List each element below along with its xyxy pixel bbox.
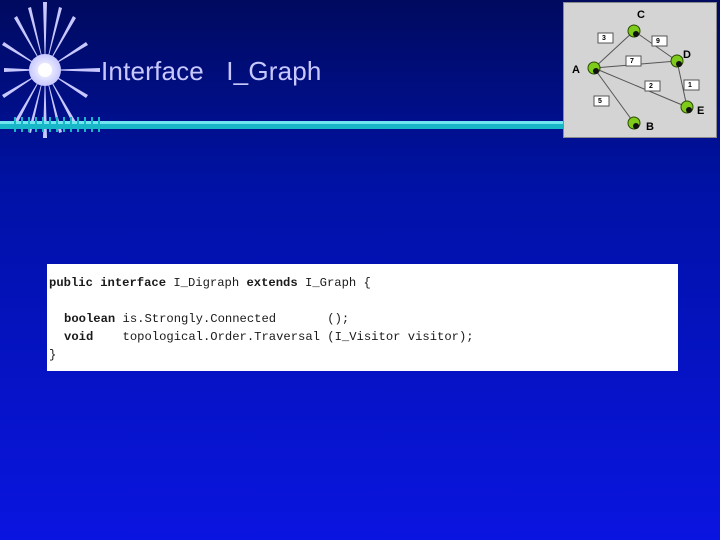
code-text: } xyxy=(49,348,57,362)
code-text: topological.Order.Traversal (I_Visitor v… xyxy=(93,330,474,344)
title-underline-bar xyxy=(0,117,565,132)
code-line-close: } xyxy=(49,348,56,362)
weight-label: 5 xyxy=(593,95,610,107)
weight-label: 7 xyxy=(625,55,642,67)
node-label-c: C xyxy=(637,9,645,21)
svg-text:7: 7 xyxy=(630,58,634,65)
svg-text:1: 1 xyxy=(688,82,692,89)
node-label-a: A xyxy=(572,64,580,76)
keyword: extends xyxy=(246,276,298,290)
code-snippet: public interface I_Digraph extends I_Gra… xyxy=(47,264,678,371)
graph-diagram: 3 9 7 2 1 5 C D A E B xyxy=(563,2,717,138)
node-label-e: E xyxy=(697,105,704,117)
graph-svg: 3 9 7 2 1 5 C D A E B xyxy=(572,9,704,133)
svg-text:9: 9 xyxy=(656,38,660,45)
keyword: boolean xyxy=(64,312,116,326)
svg-text:3: 3 xyxy=(602,35,606,42)
code-line-method: void topological.Order.Traversal (I_Visi… xyxy=(64,330,474,344)
svg-text:2: 2 xyxy=(649,83,653,90)
code-text: I_Graph { xyxy=(297,276,371,290)
node-label-b: B xyxy=(646,121,654,133)
slide: Interface I_Graph 3 9 7 2 1 5 C D A E B … xyxy=(0,0,720,540)
code-text: is.Strongly.Connected (); xyxy=(115,312,350,326)
slide-title: Interface I_Graph xyxy=(101,56,322,86)
weight-label: 1 xyxy=(683,79,700,91)
weight-label: 2 xyxy=(644,80,661,92)
keyword: void xyxy=(64,330,94,344)
weight-label: 9 xyxy=(651,35,668,47)
svg-text:5: 5 xyxy=(598,98,602,105)
weight-label: 3 xyxy=(597,32,614,44)
keyword: public interface xyxy=(49,276,167,290)
code-line-method: boolean is.Strongly.Connected (); xyxy=(64,312,349,326)
node-label-d: D xyxy=(683,49,691,61)
code-line-declaration: public interface I_Digraph extends I_Gra… xyxy=(49,276,371,290)
code-text: I_Digraph xyxy=(166,276,247,290)
